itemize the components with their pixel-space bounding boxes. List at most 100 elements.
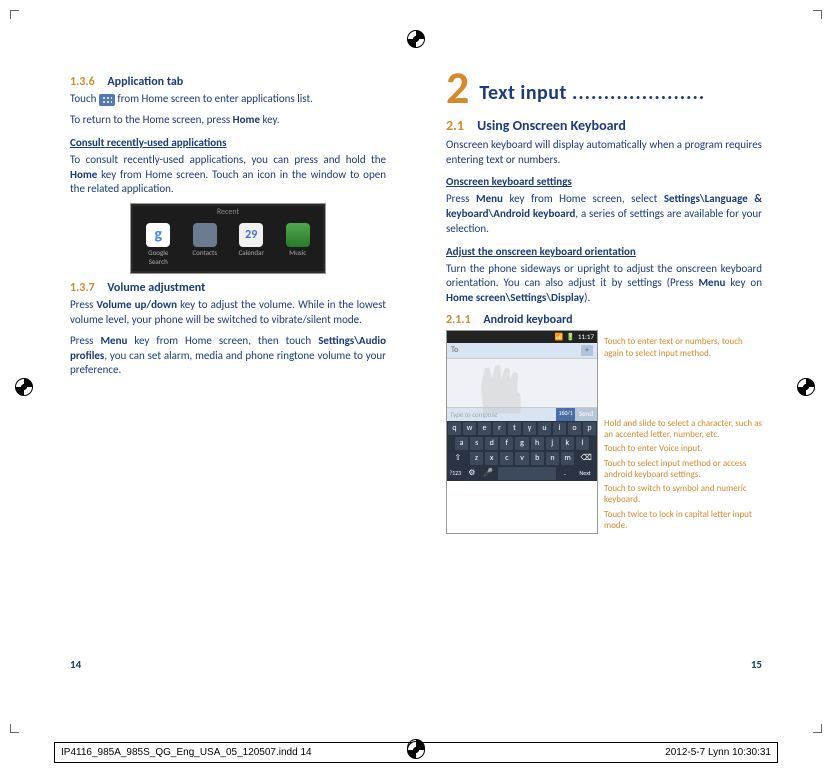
recent-app-music: Music	[278, 223, 318, 267]
contacts-icon	[193, 223, 217, 247]
key: a	[455, 437, 468, 450]
hand-gesture-icon	[469, 364, 529, 414]
key-row-2: asdfghjkl	[447, 436, 597, 451]
text: Touch	[70, 92, 99, 105]
symbol-key: ?123	[448, 467, 463, 480]
text: Text input	[479, 81, 567, 105]
paragraph: Touch from Home screen to enter applicat…	[70, 92, 386, 107]
bold-text: Home screen\Settings\Display	[446, 291, 584, 304]
paragraph: To consult recently-used applications, y…	[70, 153, 386, 198]
key: m	[561, 452, 574, 465]
key-row-3: ⇧zxcvbnm⌫	[447, 451, 597, 466]
bold-text: Menu	[476, 192, 503, 205]
subheading-kb-orientation: Adjust the onscreen keyboard orientation	[446, 245, 762, 260]
heading-2-1: 2.1 Using Onscreen Keyboard	[446, 117, 762, 136]
recent-app-google-search: g Google Search	[138, 223, 178, 267]
key: s	[470, 437, 483, 450]
imposition-footer: IP4116_985A_985S_QG_Eng_USA_05_120507.in…	[54, 742, 778, 764]
dots: .....................	[572, 81, 705, 105]
text: key.	[260, 113, 280, 126]
page-number-right: 15	[751, 658, 762, 673]
recent-apps-screenshot: Recent g Google Search Contacts 29 Calen…	[130, 203, 326, 274]
annotation: Touch to enter Voice input.	[604, 443, 762, 454]
heading-1-3-6: 1.3.6 Application tab	[70, 74, 386, 90]
to-field: To +	[447, 343, 597, 359]
key: c	[500, 452, 513, 465]
text: To return to the Home screen, press	[70, 113, 233, 126]
annotations: Touch to enter text or numbers, touch ag…	[604, 330, 762, 534]
bold-text: Menu	[698, 276, 725, 289]
key: k	[561, 437, 574, 450]
keyboard-keys: qwertyuiop asdfghjkl ⇧zxcvbnm⌫ ?123 ⚙ 🎤 …	[447, 421, 597, 481]
footer-date: 2012-5-7 Lynn 10:30:31	[665, 746, 771, 760]
text: key on	[725, 276, 762, 289]
key: i	[553, 422, 566, 435]
key: v	[515, 452, 528, 465]
page-number-left: 14	[70, 658, 81, 673]
text: key from Home screen. Touch an icon in t…	[70, 168, 386, 196]
key: n	[546, 452, 559, 465]
app-label: Calendar	[239, 248, 264, 257]
backspace-key: ⌫	[576, 452, 596, 465]
page-14: 1.3.6 Application tab Touch from Home sc…	[70, 70, 386, 673]
key: y	[523, 422, 536, 435]
heading-2-1-1: 2.1.1 Android keyboard	[446, 312, 762, 328]
key: o	[568, 422, 581, 435]
add-recipient-icon: +	[581, 345, 593, 356]
subheading-consult: Consult recently-used applications	[70, 136, 386, 151]
key: z	[470, 452, 483, 465]
section-number: 1.3.6	[70, 75, 95, 89]
section-title: Application tab	[107, 75, 183, 89]
section-title: Android keyboard	[483, 313, 572, 327]
next-key: Next	[574, 467, 596, 480]
apps-grid-icon	[99, 94, 115, 106]
section-number: 2.1	[446, 117, 464, 134]
crop-mark	[813, 10, 822, 19]
section-number: 1.3.7	[70, 281, 95, 295]
crop-mark	[10, 724, 19, 733]
shift-key: ⇧	[448, 452, 468, 465]
text: Press	[70, 298, 97, 311]
app-label: Contacts	[192, 248, 217, 257]
annotation: Touch twice to lock in capital letter in…	[604, 509, 762, 532]
text: To consult recently-used applications, y…	[70, 153, 386, 166]
page-15: 2 Text input ..................... 2.1 U…	[446, 70, 762, 673]
bold-text: Home	[233, 113, 260, 126]
paragraph: Onscreen keyboard will display automatic…	[446, 138, 762, 168]
key: r	[493, 422, 506, 435]
key: j	[546, 437, 559, 450]
key: u	[538, 422, 551, 435]
settings-key: ⚙	[465, 467, 480, 480]
paragraph: Press Volume up/down key to adjust the v…	[70, 298, 386, 328]
battery-icon: 🔋	[566, 332, 575, 341]
space-key	[498, 467, 556, 480]
compose-bar: Type to compose 160/1 Send	[447, 407, 597, 421]
subheading-kb-settings: Onscreen keyboard settings	[446, 175, 762, 190]
text: key from Home screen, then touch	[127, 334, 318, 347]
music-icon	[286, 223, 310, 247]
key: d	[485, 437, 498, 450]
period-key: .	[558, 467, 573, 480]
google-icon: g	[146, 223, 170, 247]
annotation: Touch to switch to symbol and numeric ke…	[604, 483, 762, 506]
text: Press	[446, 192, 476, 205]
recent-label: Recent	[133, 206, 323, 219]
signal-icon: 📶	[554, 332, 563, 341]
registration-mark	[407, 741, 425, 764]
crop-mark	[813, 724, 822, 733]
key: t	[508, 422, 521, 435]
annotation: Hold and slide to select a character, su…	[604, 418, 762, 441]
status-bar: 📶 🔋 11:17	[447, 331, 597, 342]
chapter-number: 2	[446, 70, 469, 107]
section-title: Volume adjustment	[107, 281, 205, 295]
chapter-title: Text input .....................	[479, 80, 705, 107]
send-button: Send	[575, 408, 597, 421]
bold-text: Home	[70, 168, 97, 181]
text: Press	[70, 334, 100, 347]
key: g	[515, 437, 528, 450]
registration-mark	[15, 378, 33, 396]
key: p	[583, 422, 596, 435]
section-number: 2.1.1	[446, 313, 471, 327]
key: q	[448, 422, 461, 435]
to-label: To	[451, 345, 458, 356]
